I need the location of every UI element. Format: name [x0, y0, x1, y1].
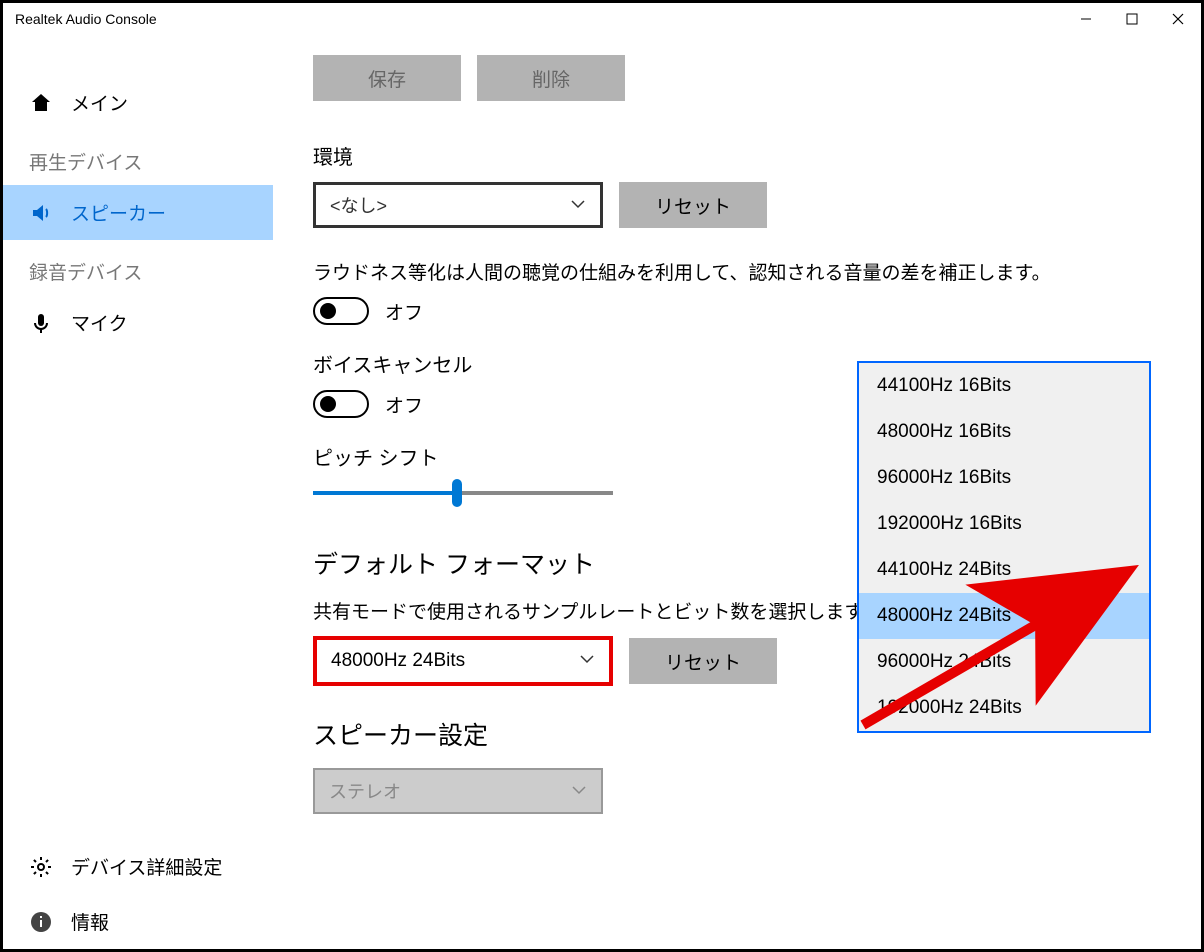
- format-option[interactable]: 44100Hz 24Bits: [859, 547, 1149, 593]
- env-select[interactable]: <なし>: [313, 182, 603, 228]
- env-label: 環境: [313, 141, 1171, 170]
- gear-icon: [29, 855, 53, 879]
- pitch-slider[interactable]: [313, 491, 613, 495]
- format-option[interactable]: 192000Hz 24Bits: [859, 685, 1149, 731]
- titlebar: Realtek Audio Console: [3, 3, 1201, 35]
- format-reset-button[interactable]: リセット: [629, 638, 777, 684]
- format-option[interactable]: 44100Hz 16Bits: [859, 363, 1149, 409]
- sidebar-item-main[interactable]: メイン: [3, 75, 273, 130]
- sidebar-label-mic: マイク: [71, 309, 128, 336]
- window-title: Realtek Audio Console: [15, 11, 157, 27]
- sidebar-item-speaker[interactable]: スピーカー: [3, 185, 273, 240]
- pitch-slider-thumb[interactable]: [452, 479, 462, 507]
- loudness-toggle[interactable]: [313, 297, 369, 325]
- sidebar-item-info[interactable]: 情報: [3, 894, 273, 949]
- sidebar-label-main: メイン: [71, 89, 128, 116]
- maximize-button[interactable]: [1109, 3, 1155, 35]
- loudness-desc: ラウドネス等化は人間の聴覚の仕組みを利用して、認知される音量の差を補正します。: [313, 258, 1171, 285]
- format-option[interactable]: 96000Hz 16Bits: [859, 455, 1149, 501]
- info-icon: [29, 910, 53, 934]
- sidebar-header-recording: 録音デバイス: [3, 240, 273, 295]
- chevron-down-icon: [570, 193, 586, 214]
- format-option[interactable]: 192000Hz 16Bits: [859, 501, 1149, 547]
- sidebar-label-speaker: スピーカー: [71, 199, 166, 226]
- default-format-selected: 48000Hz 24Bits: [331, 650, 465, 672]
- voice-cancel-state: オフ: [385, 391, 423, 418]
- env-selected: <なし>: [330, 192, 387, 218]
- format-option[interactable]: 48000Hz 16Bits: [859, 409, 1149, 455]
- mic-icon: [29, 311, 53, 335]
- speaker-icon: [29, 201, 53, 225]
- voice-cancel-toggle[interactable]: [313, 390, 369, 418]
- chevron-down-icon: [579, 648, 595, 670]
- sidebar-item-mic[interactable]: マイク: [3, 295, 273, 350]
- format-dropdown-popup: 44100Hz 16Bits 48000Hz 16Bits 96000Hz 16…: [857, 361, 1151, 733]
- home-icon: [29, 91, 53, 115]
- close-button[interactable]: [1155, 3, 1201, 35]
- loudness-state: オフ: [385, 298, 423, 325]
- content-area: 保存 削除 環境 <なし> リセット ラウドネス等化は人間の聴覚の仕組みを利用し…: [273, 35, 1201, 941]
- format-option[interactable]: 96000Hz 24Bits: [859, 639, 1149, 685]
- sidebar-label-info: 情報: [71, 908, 109, 935]
- format-option[interactable]: 48000Hz 24Bits: [859, 593, 1149, 639]
- minimize-button[interactable]: [1063, 3, 1109, 35]
- env-reset-button[interactable]: リセット: [619, 182, 767, 228]
- sidebar: メイン 再生デバイス スピーカー 録音デバイス マイク デバイス詳細設定: [3, 35, 273, 941]
- delete-button[interactable]: 削除: [477, 55, 625, 101]
- speaker-config-select[interactable]: ステレオ: [313, 768, 603, 814]
- sidebar-header-playback: 再生デバイス: [3, 130, 273, 185]
- sidebar-item-advanced[interactable]: デバイス詳細設定: [3, 839, 273, 894]
- default-format-select[interactable]: 48000Hz 24Bits: [313, 636, 613, 686]
- sidebar-label-advanced: デバイス詳細設定: [71, 853, 222, 880]
- chevron-down-icon: [571, 779, 587, 800]
- window-controls: [1063, 3, 1201, 35]
- save-button[interactable]: 保存: [313, 55, 461, 101]
- speaker-config-selected: ステレオ: [329, 778, 401, 804]
